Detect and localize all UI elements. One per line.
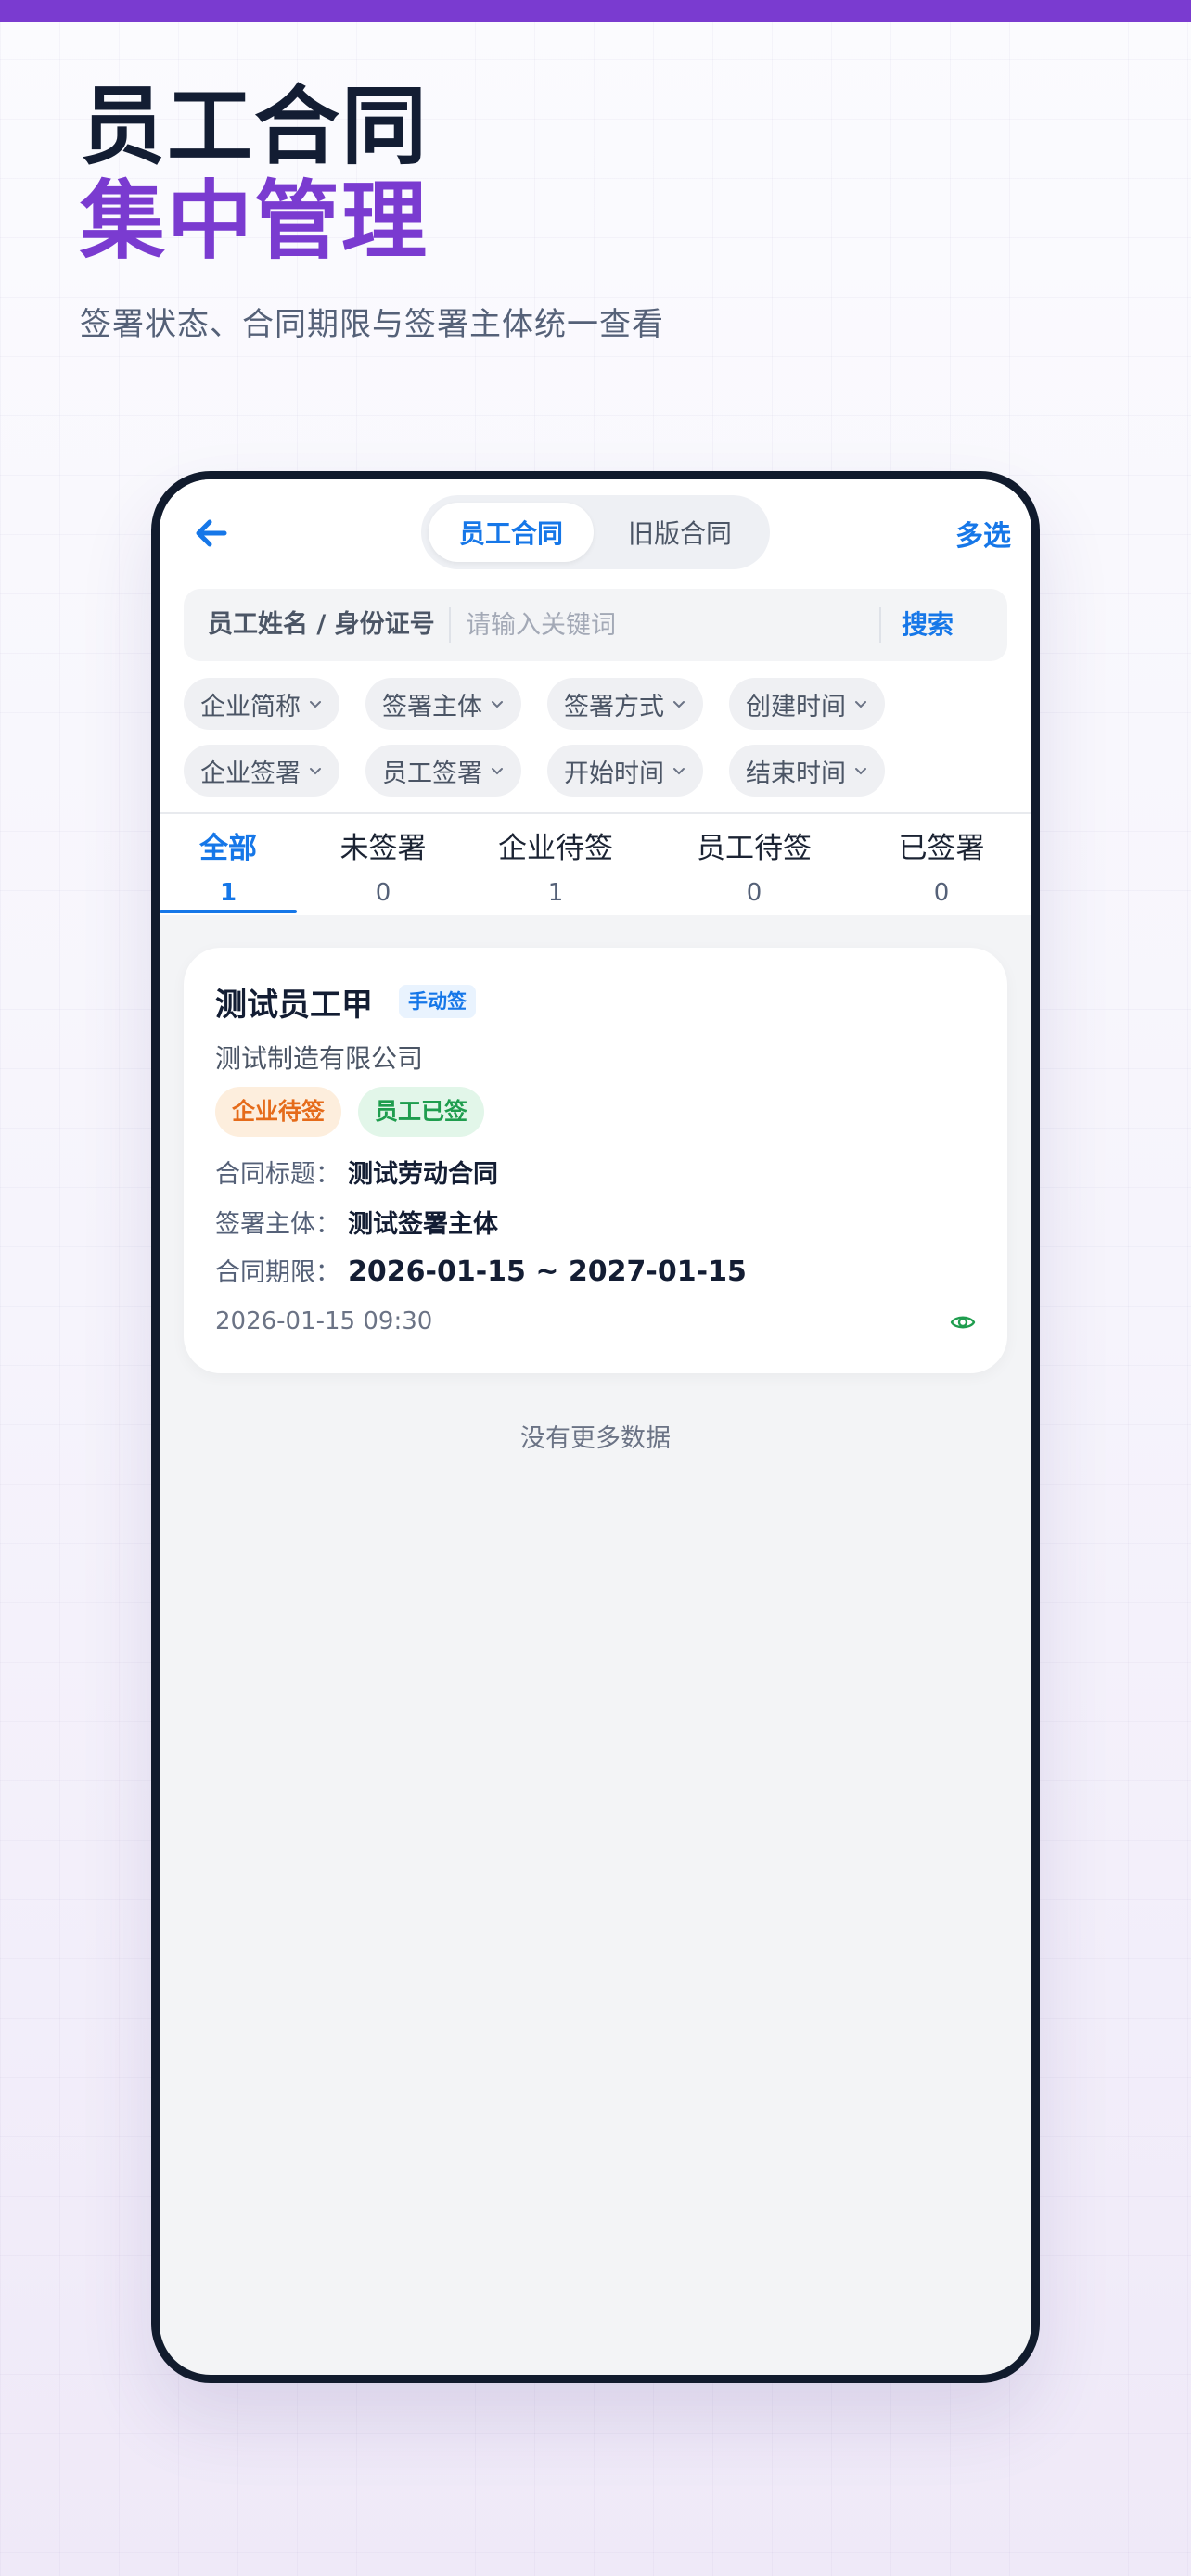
- contract-card[interactable]: 测试员工甲 手动签 测试制造有限公司 企业待签 员工已签 合同标题： 测试劳动合同…: [184, 948, 1007, 1373]
- end-of-list-text: 没有更多数据: [520, 1424, 671, 1453]
- tab-signed[interactable]: 已签署 0: [855, 824, 1028, 907]
- status-badge-employee: 员工已签: [358, 1087, 485, 1137]
- tab-label: 未签署: [339, 832, 427, 865]
- filter-company-abbr[interactable]: 企业简称: [184, 678, 339, 730]
- accent-top-bar: [0, 0, 1191, 22]
- search-field-label: 员工姓名 / 身份证号: [208, 610, 435, 639]
- search-divider: [879, 607, 881, 643]
- tab-unsigned[interactable]: 未签署 0: [297, 824, 469, 907]
- chevron-down-icon: [673, 768, 685, 775]
- promo-title-line2: 集中管理: [80, 172, 429, 271]
- filter-end-time[interactable]: 结束时间: [729, 745, 885, 797]
- segment-legacy-contracts[interactable]: 旧版合同: [597, 503, 762, 562]
- filter-label: 创建时间: [746, 692, 846, 721]
- filter-sign-entity[interactable]: 签署主体: [365, 678, 521, 730]
- filter-sign-method[interactable]: 签署方式: [547, 678, 703, 730]
- promo-subtitle: 签署状态、合同期限与签署主体统一查看: [80, 306, 664, 343]
- field-value: 测试签署主体: [348, 1210, 498, 1239]
- field-label: 合同期限：: [215, 1258, 340, 1287]
- search-input[interactable]: [466, 589, 855, 661]
- chevron-down-icon: [310, 701, 321, 708]
- status-badge-company: 企业待签: [215, 1087, 342, 1137]
- filter-label: 开始时间: [564, 759, 664, 788]
- tab-count: 0: [933, 879, 950, 907]
- arrow-left-icon[interactable]: [189, 511, 234, 555]
- filter-label: 员工签署: [382, 759, 482, 788]
- search-button[interactable]: 搜索: [902, 589, 954, 661]
- tab-label: 员工待签: [697, 832, 812, 865]
- filter-company-sign[interactable]: 企业签署: [184, 745, 339, 797]
- active-tab-indicator: [160, 910, 297, 913]
- promo-title-line1: 员工合同: [80, 77, 429, 176]
- tab-employee-pending[interactable]: 员工待签 0: [668, 824, 840, 907]
- field-value: 测试劳动合同: [348, 1160, 498, 1189]
- tab-count: 0: [375, 879, 391, 907]
- field-sign-entity: 签署主体： 测试签署主体: [215, 1204, 498, 1240]
- filter-label: 企业简称: [200, 692, 301, 721]
- filter-label: 签署主体: [382, 692, 482, 721]
- tab-all[interactable]: 全部 1: [160, 824, 297, 907]
- tab-label: 企业待签: [498, 832, 613, 865]
- filter-start-time[interactable]: 开始时间: [547, 745, 703, 797]
- chevron-down-icon: [492, 768, 503, 775]
- tab-label: 全部: [199, 832, 257, 865]
- tab-count: 1: [547, 879, 564, 907]
- chevron-down-icon: [673, 701, 685, 708]
- chevron-down-icon: [855, 701, 866, 708]
- segment-employee-contracts[interactable]: 员工合同: [429, 503, 594, 562]
- search-bar: 员工姓名 / 身份证号 搜索: [184, 589, 1007, 661]
- tab-count: 1: [219, 879, 237, 907]
- multi-select-button[interactable]: 多选: [955, 513, 1011, 554]
- field-contract-title: 合同标题： 测试劳动合同: [215, 1154, 498, 1190]
- chevron-down-icon: [492, 701, 503, 708]
- filter-label: 企业签署: [200, 759, 301, 788]
- filter-label: 签署方式: [564, 692, 664, 721]
- eye-icon[interactable]: [950, 1309, 976, 1335]
- field-value: 2026-01-15 ~ 2027-01-15: [348, 1256, 747, 1288]
- contract-type-segment: 员工合同 旧版合同: [421, 495, 770, 569]
- company-name: 测试制造有限公司: [215, 1043, 424, 1074]
- created-time: 2026-01-15 09:30: [215, 1307, 433, 1335]
- tab-label: 已签署: [898, 832, 985, 865]
- header-divider: [160, 812, 1031, 814]
- field-contract-period: 合同期限： 2026-01-15 ~ 2027-01-15: [215, 1252, 747, 1288]
- phone-frame: 员工合同 旧版合同 多选 员工姓名 / 身份证号 搜索 企业简称 签署主体 签署…: [151, 471, 1040, 2383]
- search-divider: [449, 607, 451, 643]
- field-label: 签署主体：: [215, 1210, 340, 1239]
- chevron-down-icon: [310, 768, 321, 775]
- tab-company-pending[interactable]: 企业待签 1: [469, 824, 642, 907]
- filter-created-time[interactable]: 创建时间: [729, 678, 885, 730]
- employee-name: 测试员工甲: [215, 987, 373, 1024]
- filter-employee-sign[interactable]: 员工签署: [365, 745, 521, 797]
- phone-header: 员工合同 旧版合同 多选 员工姓名 / 身份证号 搜索 企业简称 签署主体 签署…: [160, 479, 1031, 915]
- sign-mode-tag: 手动签: [399, 985, 476, 1018]
- tab-count: 0: [746, 879, 762, 907]
- filter-label: 结束时间: [746, 759, 846, 788]
- chevron-down-icon: [855, 768, 866, 775]
- field-label: 合同标题：: [215, 1160, 340, 1189]
